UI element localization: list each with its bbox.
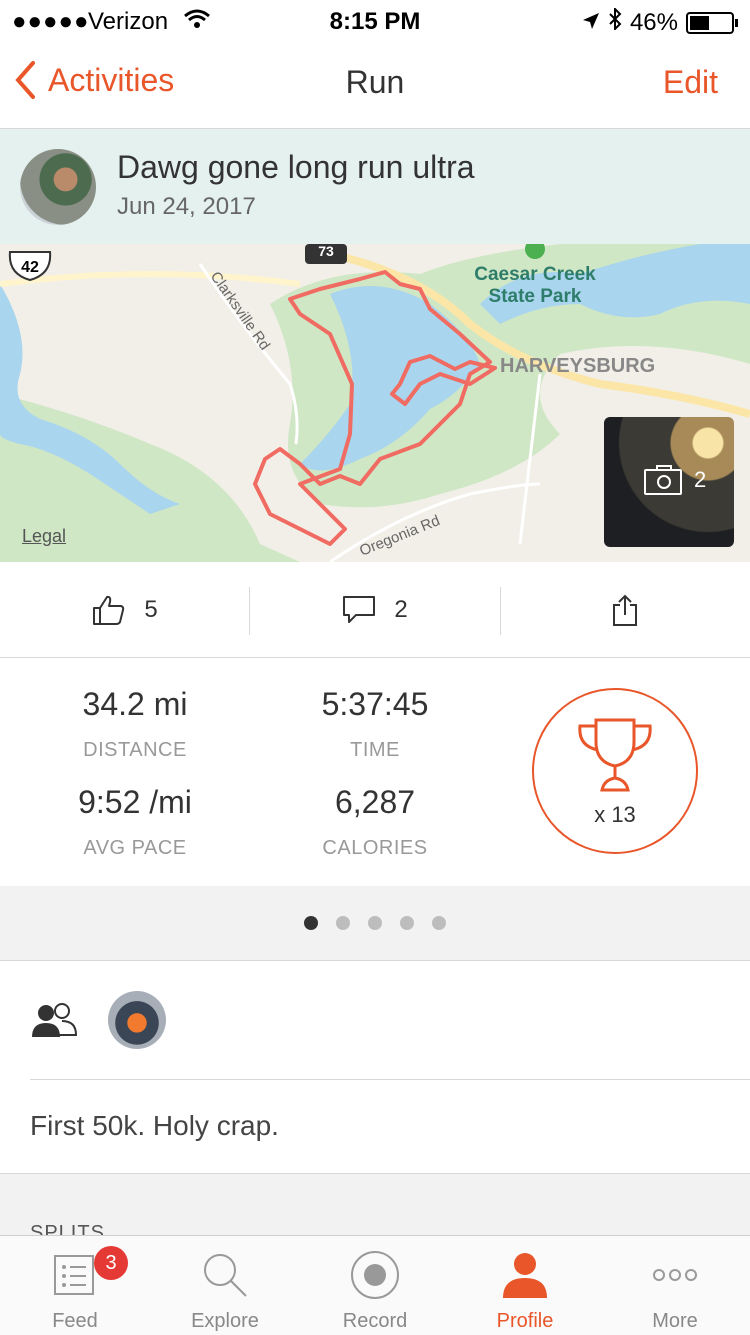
- profile-person-icon: [503, 1253, 547, 1298]
- splits-heading: SPLITS: [30, 1222, 105, 1236]
- activity-date: Jun 24, 2017: [117, 193, 256, 220]
- activity-header: Dawg gone long run ultra Jun 24, 2017: [0, 129, 750, 244]
- route-73-label: 73: [318, 244, 334, 259]
- navigation-bar: Activities Run Edit: [0, 40, 750, 129]
- tab-more-label: More: [652, 1310, 698, 1332]
- record-icon: [351, 1251, 399, 1299]
- feed-notification-badge: 3: [94, 1246, 128, 1280]
- camera-icon: [644, 465, 682, 495]
- comments-count: 2: [394, 595, 408, 623]
- search-icon: [204, 1254, 247, 1297]
- location-arrow-icon: [582, 9, 600, 37]
- group-people-icon: [32, 1003, 78, 1037]
- tab-profile-label: Profile: [496, 1310, 554, 1332]
- page-dot[interactable]: [368, 916, 382, 930]
- group-activity: [0, 961, 750, 1081]
- park-label-line2: State Park: [489, 286, 582, 307]
- achievements-button[interactable]: x 13: [532, 688, 698, 854]
- splits-section: SPLITS: [0, 1173, 750, 1236]
- activity-name: Dawg gone long run ultra: [117, 149, 475, 185]
- group-member-avatar[interactable]: [108, 991, 166, 1049]
- social-actions: 5 2: [0, 562, 750, 658]
- calories-value: 6,287: [334, 784, 416, 820]
- map-legal-link[interactable]: Legal: [22, 526, 66, 547]
- page-dot[interactable]: [432, 916, 446, 930]
- status-bar: ●●●●● Verizon 8:15 PM 46%: [0, 0, 750, 40]
- activity-description: First 50k. Holy crap.: [30, 1110, 279, 1141]
- achievements-count: x 13: [594, 802, 636, 827]
- edit-button[interactable]: Edit: [663, 64, 718, 101]
- page-dot[interactable]: [400, 916, 414, 930]
- more-dots-icon: [653, 1269, 697, 1281]
- pace-stat: 9:52 /mi AVG PACE: [15, 784, 255, 860]
- tab-bar: 3 Feed Explore Record Profile More: [0, 1235, 750, 1335]
- pace-label: AVG PACE: [83, 837, 187, 859]
- battery-percent: 46%: [629, 8, 678, 36]
- town-label: HARVEYSBURG: [500, 355, 655, 377]
- photo-count: 2: [694, 467, 707, 492]
- calories-stat: 6,287 CALORIES: [255, 784, 495, 860]
- time-value: 5:37:45: [321, 686, 429, 722]
- time-stat: 5:37:45 TIME: [255, 686, 495, 762]
- time-label: TIME: [350, 739, 400, 761]
- park-label-line1: Caesar Creek: [474, 264, 596, 285]
- kudos-count: 5: [144, 595, 158, 623]
- page-dot[interactable]: [336, 916, 350, 930]
- battery-icon: [686, 11, 738, 34]
- kudos-button[interactable]: 5: [0, 562, 250, 657]
- bluetooth-icon: [608, 6, 622, 37]
- page-title: Run: [345, 64, 405, 100]
- tab-more[interactable]: More: [600, 1236, 750, 1335]
- thumbs-up-icon: [93, 595, 125, 625]
- share-button[interactable]: [500, 562, 750, 657]
- distance-stat: 34.2 mi DISTANCE: [15, 686, 255, 762]
- tab-feed[interactable]: 3 Feed: [0, 1236, 150, 1335]
- trophy-icon: [578, 718, 652, 792]
- tab-profile[interactable]: Profile: [450, 1236, 600, 1335]
- comments-button[interactable]: 2: [250, 562, 500, 657]
- tab-record-label: Record: [342, 1310, 408, 1332]
- route-42-label: 42: [21, 259, 39, 276]
- tab-record[interactable]: Record: [300, 1236, 450, 1335]
- page-dot[interactable]: [304, 916, 318, 930]
- tab-explore[interactable]: Explore: [150, 1236, 300, 1335]
- distance-value: 34.2 mi: [82, 686, 188, 722]
- activity-photos-thumbnail[interactable]: 2: [604, 417, 734, 547]
- calories-label: CALORIES: [322, 837, 428, 859]
- divider: [30, 1079, 750, 1080]
- route-map[interactable]: 42 73 Caesar Creek State Park HARVEYSBUR…: [0, 244, 750, 562]
- share-icon: [613, 594, 637, 626]
- pace-value: 9:52 /mi: [78, 784, 192, 820]
- tab-feed-label: Feed: [52, 1310, 98, 1332]
- comment-icon: [343, 595, 376, 623]
- status-right: 46%: [582, 6, 738, 37]
- feed-list-icon: [54, 1255, 94, 1295]
- page-indicator: [0, 886, 750, 961]
- tab-explore-label: Explore: [191, 1310, 259, 1332]
- athlete-avatar[interactable]: [20, 149, 96, 225]
- distance-label: DISTANCE: [83, 739, 187, 761]
- activity-stats: 34.2 mi DISTANCE 5:37:45 TIME 9:52 /mi A…: [0, 658, 750, 886]
